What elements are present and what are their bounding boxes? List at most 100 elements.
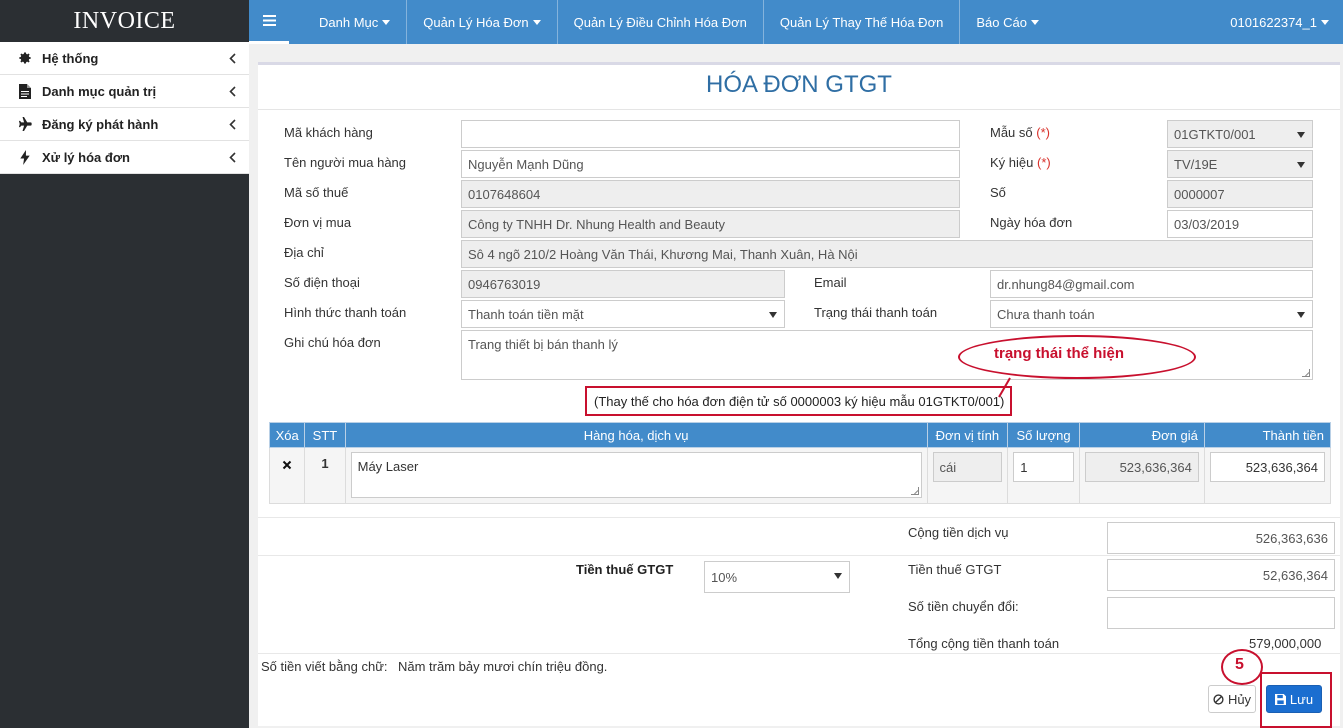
caret-down-icon	[382, 19, 391, 25]
phone-input[interactable]: 0946763019	[461, 270, 785, 298]
label-note: Ghi chú hóa đơn	[284, 335, 381, 350]
nav-quan-ly-hoa-don[interactable]: Quản Lý Hóa Đơn	[407, 0, 558, 44]
sidebar-item-label: Xử lý hóa đơn	[42, 149, 130, 165]
label-amount-in-words: Số tiền viết bằng chữ:	[261, 659, 388, 674]
sidebar-item-label: Hệ thống	[42, 50, 99, 66]
invoice-date-input[interactable]: 03/03/2019	[1167, 210, 1313, 238]
replacement-note: (Thay thế cho hóa đơn điện tử số 0000003…	[594, 394, 1005, 409]
delete-cell	[268, 447, 306, 504]
label-customer-code: Mã khách hàng	[284, 125, 373, 140]
nav-quan-ly-thay-the[interactable]: Quản Lý Thay Thế Hóa Đơn	[764, 0, 961, 44]
amount-in-words: Năm trăm bảy mươi chín triệu đồng.	[398, 659, 608, 674]
label-symbol: Ký hiệu (*)	[990, 155, 1051, 170]
chevron-left-icon	[227, 85, 237, 97]
divider	[258, 555, 1340, 556]
divider	[258, 653, 1340, 654]
label-vat-rate: Tiền thuế GTGT	[576, 562, 674, 577]
tax-code-input[interactable]: 0107648604	[461, 180, 960, 208]
col-header-price: Đơn giá	[1078, 422, 1205, 448]
label-invoice-date: Ngày hóa đơn	[990, 215, 1073, 230]
unit-input[interactable]: cái	[932, 452, 1003, 482]
label-vat-amount: Tiền thuế GTGT	[908, 562, 1002, 577]
brand-logo[interactable]: INVOICE	[0, 0, 249, 42]
items-table: Xóa STT Hàng hóa, dịch vụ Đơn vị tính Số…	[268, 422, 1332, 504]
sidebar: INVOICE Hệ thống Danh mục quản trị Đăng …	[0, 0, 249, 728]
nav-label: Quản Lý Hóa Đơn	[423, 14, 529, 30]
col-header-qty: Số lượng	[1007, 422, 1080, 448]
cancel-label: Hủy	[1227, 691, 1252, 707]
payment-method-select[interactable]: Thanh toán tiền mặt	[461, 300, 785, 328]
nav-danh-muc[interactable]: Danh Mục	[303, 0, 408, 44]
item-textarea[interactable]: Máy Laser	[350, 452, 922, 498]
address-input[interactable]: Sô 4 ngõ 210/2 Hoàng Văn Thái, Khương Ma…	[461, 240, 1313, 268]
ban-icon	[1213, 693, 1224, 705]
sidebar-item-danh-muc-quan-tri[interactable]: Danh mục quản trị	[0, 75, 249, 108]
nav-label: Danh Mục	[319, 14, 379, 30]
user-menu[interactable]: 0101622374_1	[1214, 0, 1343, 44]
sidebar-menu: Hệ thống Danh mục quản trị Đăng ký phát …	[0, 42, 249, 174]
annotation-step-number: 5	[1235, 656, 1244, 673]
note-text: Trang thiết bị bán thanh lý	[468, 337, 618, 352]
grand-total-value: 579,000,000	[1249, 636, 1322, 651]
qty-cell: 1	[1007, 447, 1080, 504]
label-phone: Số điện thoại	[284, 275, 360, 290]
col-header-stt: STT	[304, 422, 346, 448]
vat-rate-select[interactable]: 10%	[704, 561, 850, 593]
buyer-name-input[interactable]: Nguyễn Mạnh Dũng	[461, 150, 960, 178]
chevron-left-icon	[227, 118, 237, 130]
divider	[258, 517, 1340, 518]
vat-amount-input[interactable]: 52,636,364	[1107, 559, 1335, 591]
resize-grip-icon[interactable]	[1302, 369, 1310, 377]
nav-label: Quản Lý Điều Chỉnh Hóa Đơn	[573, 14, 747, 30]
sidebar-item-label: Đăng ký phát hành	[42, 116, 159, 132]
floppy-disk-icon	[1274, 693, 1286, 705]
payment-status-select[interactable]: Chưa thanh toán	[990, 300, 1313, 328]
sidebar-item-xu-ly-hoa-don[interactable]: Xử lý hóa đơn	[0, 141, 249, 174]
symbol-select[interactable]: TV/19E	[1167, 150, 1313, 178]
caret-down-icon	[1321, 19, 1329, 25]
close-icon[interactable]	[282, 458, 292, 473]
label-number: Số	[990, 185, 1006, 200]
top-navbar: Danh Mục Quản Lý Hóa Đơn Quản Lý Điều Ch…	[249, 0, 1343, 44]
label-template-no: Mẫu số (*)	[990, 125, 1050, 140]
label-text: Ký hiệu	[990, 155, 1034, 170]
unit-cell: cái	[926, 447, 1009, 504]
user-name: 0101622374_1	[1230, 14, 1317, 30]
nav-label: Báo Cáo	[976, 14, 1027, 30]
plane-icon	[16, 116, 34, 132]
col-header-delete: Xóa	[268, 422, 306, 448]
chevron-left-icon	[227, 151, 237, 163]
price-input[interactable]: 523,636,364	[1084, 452, 1199, 482]
sidebar-item-dang-ky-phat-hanh[interactable]: Đăng ký phát hành	[0, 108, 249, 141]
nav-quan-ly-dieu-chinh[interactable]: Quản Lý Điều Chỉnh Hóa Đơn	[558, 0, 764, 44]
customer-code-input[interactable]	[461, 120, 960, 148]
caret-down-icon	[1030, 19, 1039, 25]
label-buyer-name: Tên người mua hàng	[284, 155, 407, 170]
item-text: Máy Laser	[357, 459, 419, 474]
required-mark: (*)	[1037, 155, 1051, 170]
service-total-input[interactable]: 526,363,636	[1107, 522, 1335, 554]
item-cell: Máy Laser	[344, 447, 928, 504]
label-email: Email	[814, 275, 847, 290]
label-buyer-unit: Đơn vị mua	[284, 215, 352, 230]
resize-grip-icon[interactable]	[910, 487, 919, 495]
email-input[interactable]: dr.nhung84@gmail.com	[990, 270, 1313, 298]
label-tax-code: Mã số thuế	[284, 185, 349, 200]
template-no-select[interactable]: 01GTKT0/001	[1167, 120, 1313, 148]
hamburger-icon[interactable]	[249, 0, 289, 44]
nav-bao-cao[interactable]: Báo Cáo	[960, 0, 1055, 44]
sidebar-item-label: Danh mục quản trị	[42, 83, 157, 99]
sidebar-item-he-thong[interactable]: Hệ thống	[0, 42, 249, 75]
label-payment-method: Hình thức thanh toán	[284, 305, 407, 320]
qty-input[interactable]: 1	[1013, 452, 1074, 482]
document-icon	[16, 83, 34, 99]
table-row: 1 Máy Laser cái 1 523,636,364 523,636,36…	[268, 447, 1332, 504]
save-button[interactable]: Lưu	[1266, 685, 1322, 713]
converted-amount-input[interactable]	[1107, 597, 1335, 629]
stt-cell: 1	[304, 447, 346, 504]
buyer-unit-input[interactable]: Công ty TNHH Dr. Nhung Health and Beauty	[461, 210, 960, 238]
number-input[interactable]: 0000007	[1167, 180, 1313, 208]
amount-input[interactable]: 523,636,364	[1209, 452, 1325, 482]
price-cell: 523,636,364	[1078, 447, 1205, 504]
cancel-button[interactable]: Hủy	[1208, 685, 1256, 713]
